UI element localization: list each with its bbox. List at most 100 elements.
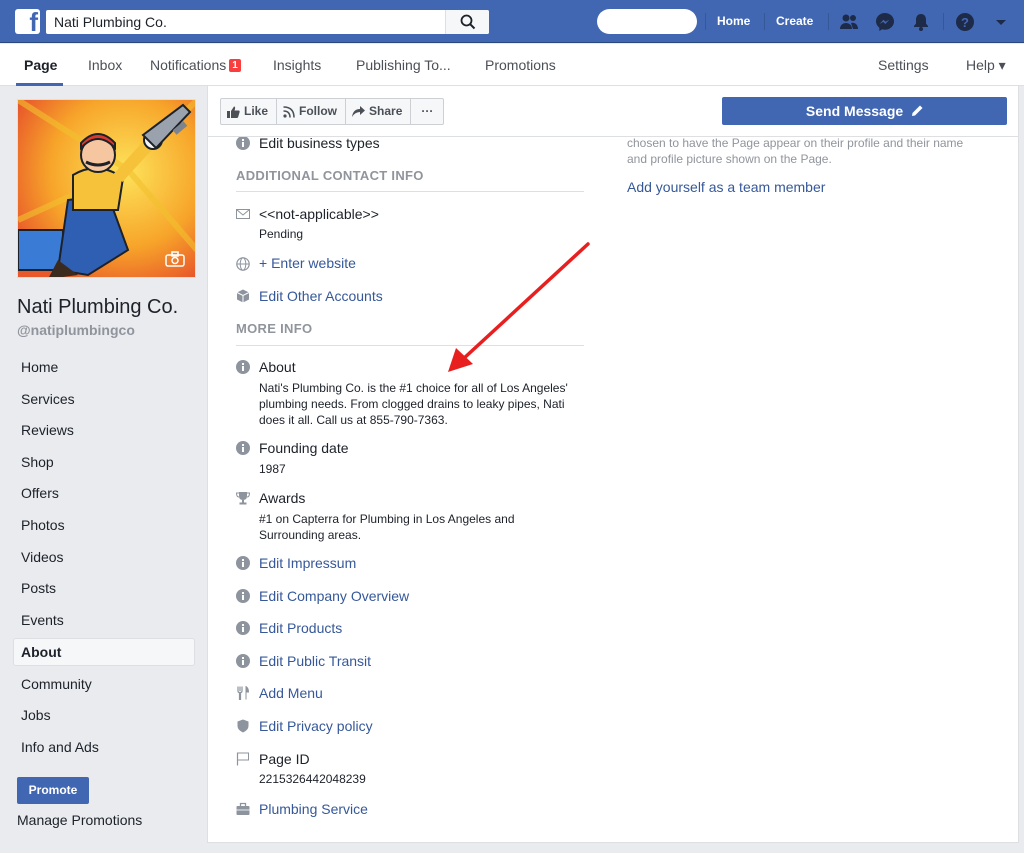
send-message-label: Send Message — [805, 103, 904, 119]
camera-icon[interactable] — [165, 251, 185, 267]
note-line: and profile picture shown on the Page. — [627, 152, 832, 166]
sidebar-item-posts[interactable]: Posts — [13, 574, 195, 602]
tab-page[interactable]: Page — [24, 57, 57, 73]
rss-follow-icon — [283, 105, 295, 118]
sidebar-item-photos[interactable]: Photos — [13, 511, 195, 539]
awards-line: #1 on Capterra for Plumbing in Los Angel… — [259, 512, 515, 526]
page-handle[interactable]: @natiplumbingco — [17, 322, 135, 338]
more-options-button[interactable]: ··· — [411, 99, 443, 124]
tab-help[interactable]: Help ▾ — [966, 57, 1006, 74]
notification-count-badge: 1 — [229, 59, 241, 72]
note-line: chosen to have the Page appear on their … — [627, 136, 964, 150]
edit-business-types-link[interactable]: Edit business types — [259, 135, 380, 151]
edit-products-link[interactable]: Edit Products — [259, 620, 342, 636]
about-text: Nati's Plumbing Co. is the #1 choice for… — [259, 380, 568, 428]
more-info-header: MORE INFO — [236, 321, 313, 336]
manage-promotions-link[interactable]: Manage Promotions — [17, 812, 142, 828]
team-member-note: chosen to have the Page appear on their … — [627, 135, 1007, 167]
action-button-group: Like Follow Share ··· — [220, 98, 445, 125]
edit-company-overview-link[interactable]: Edit Company Overview — [259, 588, 409, 604]
edit-other-accounts-link[interactable]: Edit Other Accounts — [259, 288, 383, 304]
tab-promotions[interactable]: Promotions — [485, 57, 556, 73]
awards-line: Surrounding areas. — [259, 528, 362, 542]
search-button[interactable] — [445, 10, 489, 34]
share-button[interactable]: Share — [346, 99, 412, 124]
sidebar-item-home[interactable]: Home — [13, 353, 195, 381]
email-value: <<not-applicable>> — [259, 206, 379, 222]
page-id-title: Page ID — [259, 751, 310, 767]
sidebar-item-shop[interactable]: Shop — [13, 448, 195, 476]
page-id-value: 2215326442048239 — [259, 772, 366, 786]
sidebar-item-info-and-ads[interactable]: Info and Ads — [13, 733, 195, 761]
sidebar-item-events[interactable]: Events — [13, 606, 195, 634]
top-home-link[interactable]: Home — [717, 14, 750, 28]
sidebar-item-about[interactable]: About — [13, 638, 195, 666]
awards-text: #1 on Capterra for Plumbing in Los Angel… — [259, 511, 515, 543]
briefcase-icon — [236, 802, 250, 815]
search-input[interactable] — [46, 10, 441, 34]
divider — [828, 13, 829, 30]
like-label: Like — [244, 104, 269, 118]
more-options-label: ··· — [421, 104, 434, 118]
founding-date-title[interactable]: Founding date — [259, 440, 349, 456]
category-link[interactable]: Plumbing Service — [259, 801, 368, 817]
cube-icon — [236, 289, 250, 303]
send-message-button[interactable]: Send Message — [722, 97, 1007, 125]
info-icon — [236, 589, 250, 603]
pencil-icon — [912, 105, 923, 116]
sidebar-item-reviews[interactable]: Reviews — [13, 416, 195, 444]
share-arrow-icon — [352, 106, 366, 117]
tab-notifications[interactable]: Notifications 1 — [150, 57, 241, 73]
facebook-logo-icon[interactable]: f — [15, 9, 40, 34]
tab-notifications-label: Notifications — [150, 57, 227, 73]
edit-impressum-link[interactable]: Edit Impressum — [259, 555, 356, 571]
user-profile-link[interactable] — [597, 9, 697, 34]
page-name[interactable]: Nati Plumbing Co. — [17, 296, 178, 319]
left-sidebar: Nati Plumbing Co. @natiplumbingco Home S… — [0, 86, 207, 853]
info-icon — [236, 654, 250, 668]
like-button[interactable]: Like — [221, 99, 278, 124]
top-create-link[interactable]: Create — [776, 14, 813, 28]
friend-requests-icon[interactable] — [839, 12, 859, 32]
divider — [943, 13, 944, 30]
help-icon[interactable]: ? — [955, 12, 975, 32]
sidebar-item-services[interactable]: Services — [13, 385, 195, 413]
about-line: plumbing needs. From clogged drains to l… — [259, 397, 565, 411]
messenger-icon[interactable] — [875, 12, 895, 32]
profile-picture[interactable] — [17, 99, 196, 278]
info-icon — [236, 360, 250, 374]
tab-inbox[interactable]: Inbox — [88, 57, 122, 73]
tab-settings[interactable]: Settings — [878, 57, 929, 73]
awards-title[interactable]: Awards — [259, 490, 305, 506]
account-menu-caret-icon[interactable] — [991, 12, 1011, 32]
sidebar-item-offers[interactable]: Offers — [13, 479, 195, 507]
add-team-member-link[interactable]: Add yourself as a team member — [627, 179, 825, 195]
about-title[interactable]: About — [259, 359, 296, 375]
info-icon — [236, 136, 250, 150]
follow-button[interactable]: Follow — [277, 99, 347, 124]
page-nav: Page Inbox Notifications 1 Insights Publi… — [0, 44, 1024, 86]
search-icon — [460, 14, 476, 30]
promote-button[interactable]: Promote — [17, 777, 89, 804]
notifications-bell-icon[interactable] — [911, 12, 931, 32]
edit-public-transit-link[interactable]: Edit Public Transit — [259, 653, 371, 669]
tab-publishing-tools[interactable]: Publishing To... — [356, 57, 451, 73]
sidebar-item-videos[interactable]: Videos — [13, 543, 195, 571]
globe-icon — [236, 257, 250, 271]
enter-website-link[interactable]: + Enter website — [259, 255, 356, 271]
search-box[interactable] — [46, 10, 489, 34]
sidebar-item-community[interactable]: Community — [13, 670, 195, 698]
fork-knife-icon — [237, 686, 250, 700]
add-menu-link[interactable]: Add Menu — [259, 685, 323, 701]
tab-insights[interactable]: Insights — [273, 57, 321, 73]
main-card: Edit business types ADDITIONAL CONTACT I… — [207, 86, 1019, 843]
envelope-icon — [236, 209, 250, 219]
email-status: Pending — [259, 227, 304, 241]
additional-contact-info-header: ADDITIONAL CONTACT INFO — [236, 168, 424, 183]
page-action-bar: Like Follow Share ··· Send Message — [208, 86, 1018, 137]
edit-privacy-policy-link[interactable]: Edit Privacy policy — [259, 718, 373, 734]
svg-text:?: ? — [961, 15, 969, 30]
divider — [236, 191, 584, 192]
sidebar-item-jobs[interactable]: Jobs — [13, 701, 195, 729]
info-icon — [236, 441, 250, 455]
